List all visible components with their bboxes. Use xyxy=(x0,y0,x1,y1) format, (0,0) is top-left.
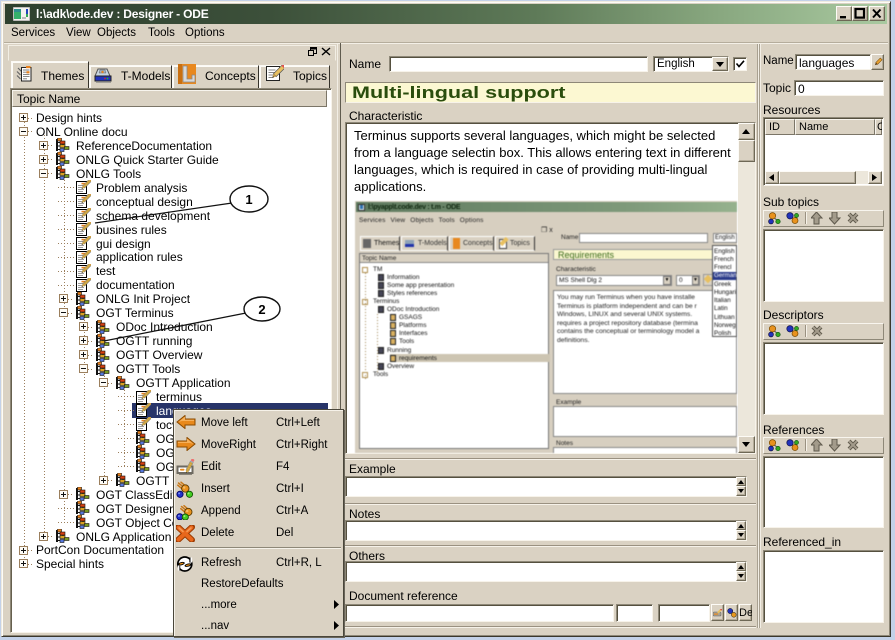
svg-text:1: 1 xyxy=(245,192,252,207)
svg-text:2: 2 xyxy=(258,302,265,317)
